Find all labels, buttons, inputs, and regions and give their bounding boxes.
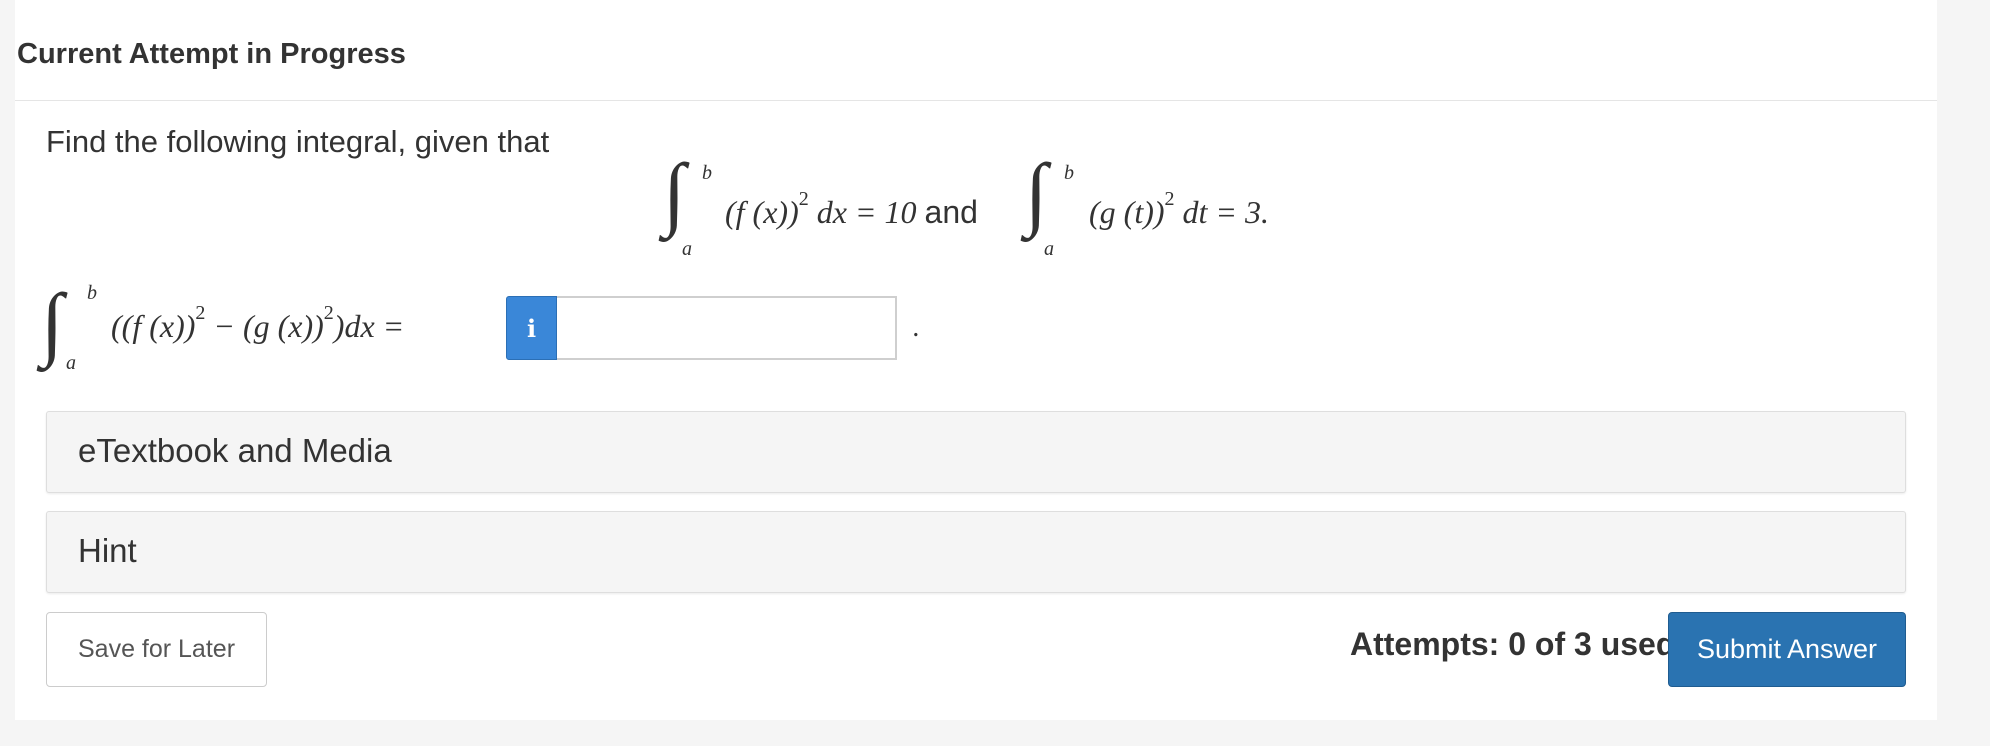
info-button[interactable]: i (506, 296, 557, 360)
hint-label: Hint (78, 532, 137, 569)
save-for-later-button[interactable]: Save for Later (46, 612, 267, 687)
integral-sign: ∫ (1025, 147, 1048, 238)
lower-limit: a (66, 352, 76, 374)
target-expression: ((f (x))2 − (g (x))2)dx = (111, 302, 405, 344)
attempts-counter: Attempts: 0 of 3 used (1350, 626, 1676, 662)
given1-expression: (f (x))2 dx = 10 and (725, 188, 978, 230)
upper-limit: b (87, 282, 97, 304)
question-header: Current Attempt in Progress (15, 0, 1937, 101)
lower-limit: a (682, 238, 692, 260)
etextbook-media-label: eTextbook and Media (78, 432, 392, 469)
given2-expression: (g (t))2 dt = 3. (1089, 188, 1269, 230)
question-card: Current Attempt in Progress Find the fol… (15, 0, 1937, 720)
upper-limit: b (702, 162, 712, 184)
lower-limit: a (1044, 238, 1054, 260)
integral-sign: ∫ (663, 147, 686, 238)
question-prompt: Find the following integral, given that (46, 124, 550, 159)
answer-period: . (913, 312, 920, 343)
upper-limit: b (1064, 162, 1074, 184)
hint-panel[interactable]: Hint (46, 511, 1906, 593)
submit-answer-button[interactable]: Submit Answer (1668, 612, 1906, 687)
page-title: Current Attempt in Progress (17, 38, 406, 70)
answer-input[interactable] (557, 296, 897, 360)
etextbook-media-panel[interactable]: eTextbook and Media (46, 411, 1906, 493)
integral-sign: ∫ (41, 277, 64, 368)
